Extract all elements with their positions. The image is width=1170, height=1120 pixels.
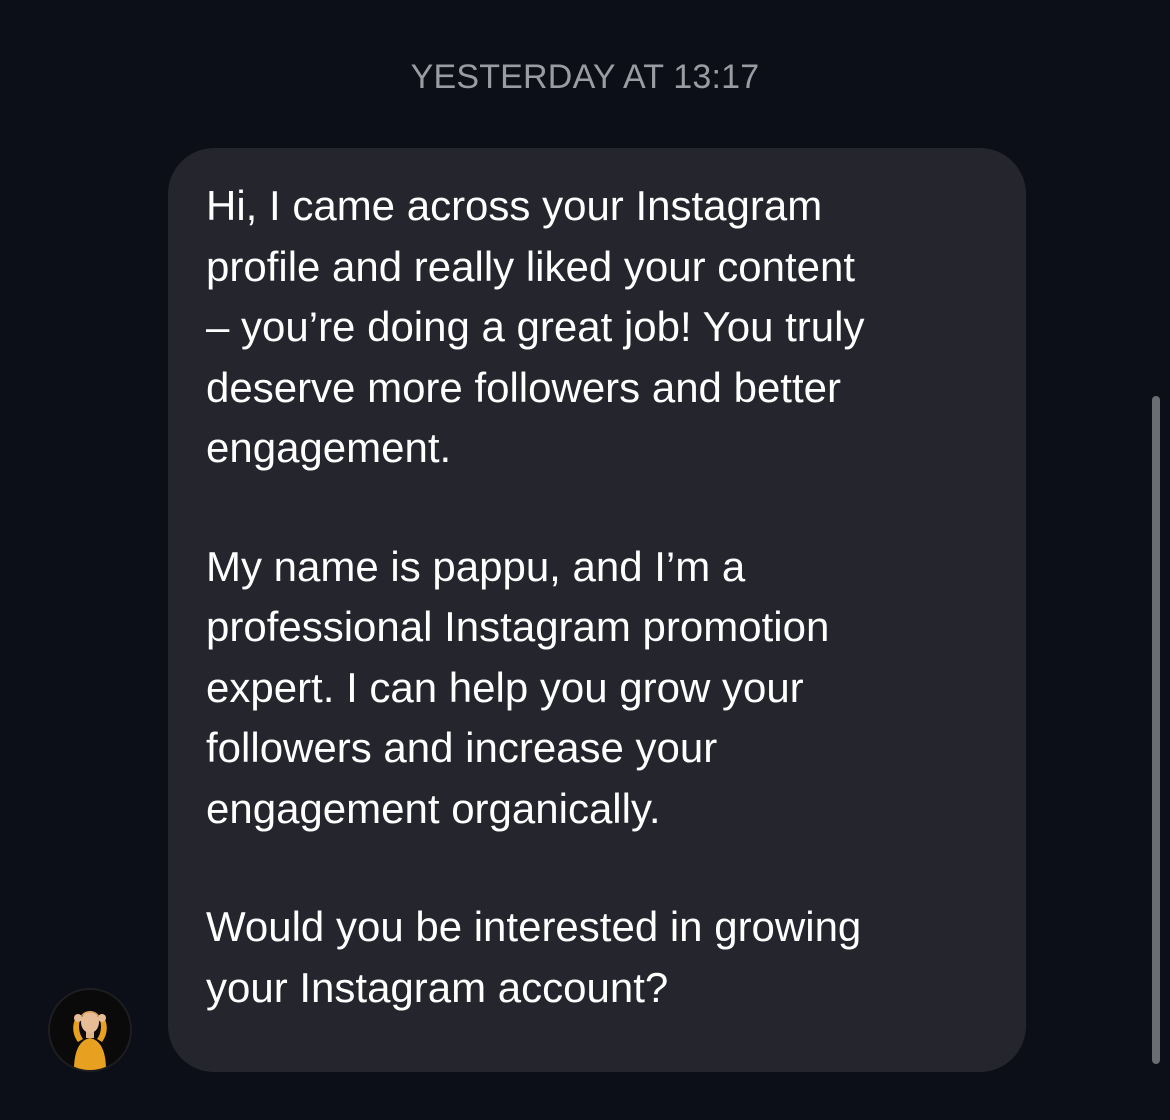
user-avatar-icon: [50, 990, 130, 1070]
message-paragraph: Would you be interested in growing your …: [206, 903, 862, 1011]
sender-avatar[interactable]: [48, 988, 132, 1072]
message-paragraph: My name is pappu, and I’m a professional…: [206, 542, 830, 832]
scrollbar-thumb[interactable]: [1152, 396, 1160, 1064]
message-paragraph: Hi, I came across your Instagram profile…: [206, 182, 865, 471]
message-timestamp: YESTERDAY AT 13:17: [410, 58, 760, 96]
received-message-bubble[interactable]: Hi, I came across your Instagram profile…: [168, 148, 1026, 1072]
